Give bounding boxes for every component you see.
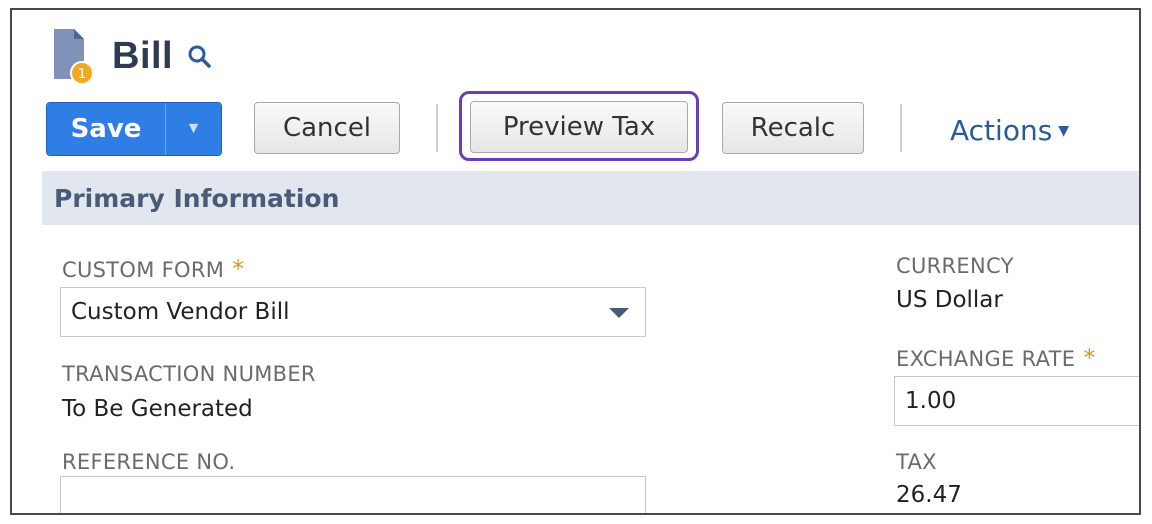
- save-menu-button[interactable]: ▼: [165, 103, 221, 155]
- page-header: 1 Bill: [52, 26, 211, 86]
- exchange-rate-label: EXCHANGE RATE *: [896, 344, 1096, 372]
- recalc-button[interactable]: Recalc: [722, 102, 864, 154]
- dropdown-arrow-icon: [609, 308, 629, 318]
- actions-label: Actions: [950, 114, 1053, 147]
- custom-form-value: Custom Vendor Bill: [71, 299, 290, 325]
- caret-down-icon: ▼: [1058, 122, 1070, 139]
- actions-menu[interactable]: Actions ▼: [950, 114, 1069, 147]
- section-header[interactable]: Primary Information: [42, 171, 1139, 225]
- cancel-button[interactable]: Cancel: [254, 102, 400, 154]
- save-button-group: Save ▼: [46, 102, 222, 156]
- reference-no-label: REFERENCE NO.: [62, 450, 236, 474]
- toolbar-divider: [436, 104, 438, 152]
- reference-no-input[interactable]: [60, 476, 646, 513]
- custom-form-label-text: CUSTOM FORM: [62, 258, 225, 282]
- app-frame: 1 Bill Save ▼ Cancel Preview Tax Recalc …: [10, 8, 1141, 515]
- bill-document-icon: 1: [52, 27, 96, 85]
- transaction-number-label: TRANSACTION NUMBER: [62, 362, 316, 386]
- svg-text:1: 1: [78, 67, 86, 82]
- chevron-down-icon: ▼: [185, 120, 202, 137]
- exchange-rate-input[interactable]: 1.00: [894, 376, 1139, 426]
- tax-label: TAX: [896, 450, 937, 474]
- exchange-rate-label-text: EXCHANGE RATE: [896, 347, 1076, 371]
- required-indicator: *: [1083, 344, 1096, 372]
- section-title: Primary Information: [54, 183, 340, 213]
- required-indicator: *: [232, 255, 245, 283]
- search-icon[interactable]: [187, 44, 211, 68]
- save-button[interactable]: Save: [47, 103, 165, 155]
- custom-form-select[interactable]: Custom Vendor Bill: [60, 287, 646, 337]
- preview-tax-button[interactable]: Preview Tax: [470, 101, 688, 153]
- custom-form-label: CUSTOM FORM *: [62, 255, 244, 283]
- currency-value: US Dollar: [896, 287, 1003, 313]
- tax-value: 26.47: [896, 482, 962, 508]
- transaction-number-value: To Be Generated: [62, 396, 253, 422]
- page-title: Bill: [112, 34, 174, 77]
- currency-label: CURRENCY: [896, 254, 1014, 278]
- toolbar-divider: [900, 104, 902, 152]
